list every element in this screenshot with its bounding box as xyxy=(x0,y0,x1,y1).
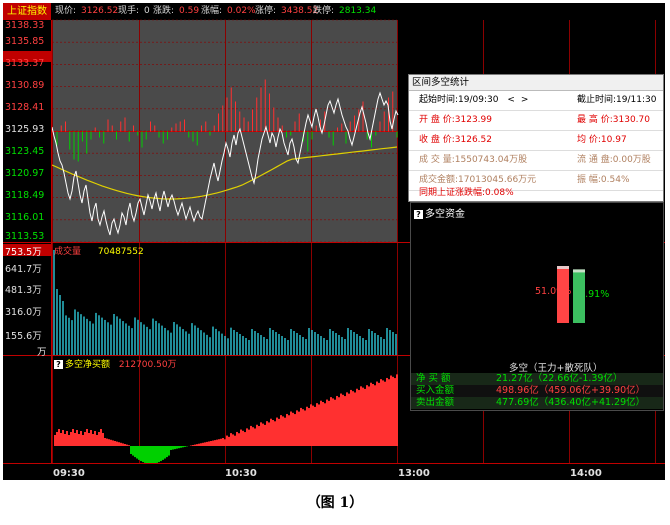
price-tick: 3125.93 xyxy=(5,124,45,135)
arrow-left-icon[interactable]: < xyxy=(507,92,515,109)
interval-stats-popup[interactable]: 区间多空统计 起始时间:19/09:30 < > 截止时间:19/11:30 开 … xyxy=(408,74,664,202)
net-buy-value: 212700.50万 xyxy=(118,360,177,370)
price-tick: 3128.41 xyxy=(5,102,45,113)
time-label: 10:30 xyxy=(225,468,257,479)
swing-row: 振 幅:0.54% xyxy=(577,172,630,189)
sell-amount-label: 卖出金额 xyxy=(416,397,455,408)
bull-bar-cap xyxy=(557,266,569,269)
sell-amount-value: 477.69亿（436.40亿+41.29亿） xyxy=(496,397,646,408)
bull-bar xyxy=(557,266,569,323)
bear-bar xyxy=(573,269,585,323)
close-value: 3126.52 xyxy=(454,135,492,145)
net-buy-label: 净 买 额 xyxy=(416,373,451,384)
divider xyxy=(409,150,663,151)
volume-header: 成交量 70487552 xyxy=(54,244,144,257)
money-flow-panel: ? 多空资金 51.09% 48.91% 多空（王力+散死队） 净 买 额 21.… xyxy=(410,202,664,411)
avg-label: 均 价: xyxy=(577,135,601,145)
volume-row: 成 交 量:1550743.04万股 xyxy=(419,152,527,169)
net-buy-row: 净 买 额 21.27亿（22.66亿-1.39亿） xyxy=(411,373,663,385)
bear-bar-cap xyxy=(573,269,585,273)
divider xyxy=(409,110,663,111)
end-time-value: 19/11:30 xyxy=(616,95,657,105)
price-tick: 3133.37 xyxy=(5,58,45,69)
vol-label: 成 交 量: xyxy=(419,155,455,165)
period-label: 同期上证涨跌幅: xyxy=(419,188,486,198)
float-row: 流 通 盘:0.00万股 xyxy=(577,152,651,169)
price-tick: 3120.97 xyxy=(5,168,45,179)
money-category: 多空（王力+散死队） xyxy=(509,363,603,374)
open-value: 3123.99 xyxy=(454,115,492,125)
buy-amount-label: 买入金额 xyxy=(416,385,455,396)
float-label: 流 通 盘: xyxy=(577,155,613,165)
period-row: 同期上证涨跌幅:0.08% xyxy=(419,185,514,202)
volume-tick: 万 xyxy=(37,347,47,358)
end-time-label: 截止时间: xyxy=(577,95,617,105)
time-label: 09:30 xyxy=(53,468,85,479)
buy-amount-row: 买入金额 498.96亿（459.06亿+39.90亿） xyxy=(411,385,663,397)
figure-caption: （图 1） xyxy=(306,495,364,511)
help-icon[interactable]: ? xyxy=(54,360,63,369)
high-row: 最 高 价:3130.70 xyxy=(577,112,650,129)
end-time-row: 截止时间:19/11:30 xyxy=(577,92,656,109)
close-label: 收 盘 价: xyxy=(419,135,455,145)
volume-tick: 155.6万 xyxy=(5,331,42,342)
close-row: 收 盘 价:3126.52 xyxy=(419,132,492,149)
open-row: 开 盘 价:3123.99 xyxy=(419,112,492,129)
money-bars xyxy=(557,266,585,323)
price-tick: 3116.01 xyxy=(5,212,45,223)
amount-label: 成交金额: xyxy=(419,175,459,185)
volume-tick: 753.5万 xyxy=(5,247,42,258)
high-label: 最 高 价: xyxy=(577,115,613,125)
price-tick: 3135.85 xyxy=(5,36,45,47)
avg-row: 均 价:10.97 xyxy=(577,132,627,149)
avg-value: 10.97 xyxy=(600,135,627,145)
arrow-right-icon[interactable]: > xyxy=(521,92,529,109)
price-tick: 3113.53 xyxy=(5,231,45,242)
price-tick: 3118.49 xyxy=(5,190,45,201)
time-label: 14:00 xyxy=(570,468,602,479)
start-time-row: 起始时间:19/09:30 < > xyxy=(419,92,528,109)
buy-amount-value: 498.96亿（459.06亿+39.90亿） xyxy=(496,385,646,396)
volume-title: 成交量 xyxy=(54,247,82,257)
high-value: 3130.70 xyxy=(612,115,650,125)
start-time-value: 19/09:30 xyxy=(458,95,499,105)
open-label: 开 盘 价: xyxy=(419,115,455,125)
vol-value: 1550743.04万股 xyxy=(454,155,528,165)
volume-tick: 316.0万 xyxy=(5,307,42,318)
price-tick: 3138.33 xyxy=(5,20,45,31)
divider xyxy=(409,170,663,171)
stats-popup-title: 区间多空统计 xyxy=(409,75,663,91)
float-value: 0.00万股 xyxy=(612,155,651,165)
price-tick: 3123.45 xyxy=(5,146,45,157)
net-buy-title: 多空净买额 xyxy=(65,360,111,370)
net-buy-amount: 21.27亿（22.66亿-1.39亿） xyxy=(496,373,623,384)
divider xyxy=(409,130,663,131)
price-tick: 3130.89 xyxy=(5,80,45,91)
volume-value: 70487552 xyxy=(97,247,144,257)
amount-value: 17013045.66万元 xyxy=(458,175,537,185)
sell-amount-row: 卖出金额 477.69亿（436.40亿+41.29亿） xyxy=(411,397,663,409)
swing-value: 0.54% xyxy=(600,175,630,185)
volume-tick: 641.7万 xyxy=(5,264,42,275)
swing-label: 振 幅: xyxy=(577,175,601,185)
period-value: 0.08% xyxy=(485,188,514,198)
volume-tick: 481.3万 xyxy=(5,285,42,296)
start-time-label: 起始时间: xyxy=(419,95,459,105)
net-buy-header: ? 多空净买额 212700.50万 xyxy=(54,357,177,370)
stock-terminal: 上证指数 现价: 3126.52 现手: 0 涨跌: 0.59 涨幅: 0.02… xyxy=(3,3,665,480)
time-label: 13:00 xyxy=(398,468,430,479)
